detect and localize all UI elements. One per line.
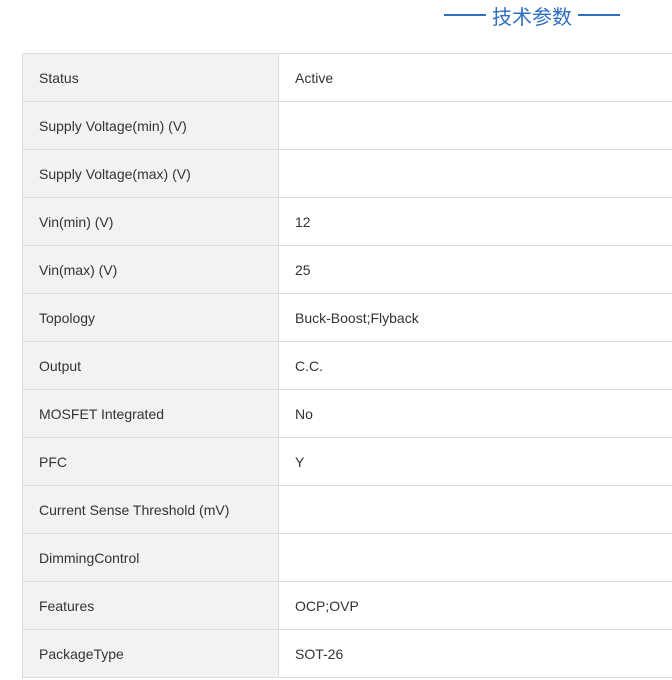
table-row: MOSFET Integrated No xyxy=(22,389,672,438)
table-row: Current Sense Threshold (mV) xyxy=(22,485,672,534)
spec-value: Buck-Boost;Flyback xyxy=(278,293,672,342)
spec-value: Y xyxy=(278,437,672,486)
spec-value: SOT-26 xyxy=(278,629,672,678)
table-row: Supply Voltage(max) (V) xyxy=(22,149,672,198)
table-row: Features OCP;OVP xyxy=(22,581,672,630)
spec-value: No xyxy=(278,389,672,438)
spec-label: Status xyxy=(22,53,279,102)
table-row: Supply Voltage(min) (V) xyxy=(22,101,672,150)
spec-value: 12 xyxy=(278,197,672,246)
spec-value: C.C. xyxy=(278,341,672,390)
table-row: PFC Y xyxy=(22,437,672,486)
spec-label: PackageType xyxy=(22,629,279,678)
spec-label: Features xyxy=(22,581,279,630)
spec-value: Active xyxy=(278,53,672,102)
table-row: Output C.C. xyxy=(22,341,672,390)
spec-value xyxy=(278,485,672,534)
spec-value: OCP;OVP xyxy=(278,581,672,630)
spec-value xyxy=(278,101,672,150)
table-row: PackageType SOT-26 xyxy=(22,629,672,678)
spec-label: Vin(max) (V) xyxy=(22,245,279,294)
table-row: DimmingControl xyxy=(22,533,672,582)
spec-label: Supply Voltage(min) (V) xyxy=(22,101,279,150)
spec-label: MOSFET Integrated xyxy=(22,389,279,438)
header-dash-right xyxy=(578,14,620,16)
spec-label: Topology xyxy=(22,293,279,342)
section-title: 技术参数 xyxy=(492,4,572,29)
spec-table: Status Active Supply Voltage(min) (V) Su… xyxy=(22,53,672,678)
spec-label: Supply Voltage(max) (V) xyxy=(22,149,279,198)
table-row: Topology Buck-Boost;Flyback xyxy=(22,293,672,342)
spec-label: PFC xyxy=(22,437,279,486)
table-row: Vin(min) (V) 12 xyxy=(22,197,672,246)
header-dash-left xyxy=(444,14,486,16)
table-row: Status Active xyxy=(22,53,672,102)
spec-label: Output xyxy=(22,341,279,390)
spec-value xyxy=(278,149,672,198)
spec-value xyxy=(278,533,672,582)
table-row: Vin(max) (V) 25 xyxy=(22,245,672,294)
section-header: 技术参数 xyxy=(438,0,626,30)
spec-label: Vin(min) (V) xyxy=(22,197,279,246)
spec-label: Current Sense Threshold (mV) xyxy=(22,485,279,534)
spec-label: DimmingControl xyxy=(22,533,279,582)
spec-value: 25 xyxy=(278,245,672,294)
